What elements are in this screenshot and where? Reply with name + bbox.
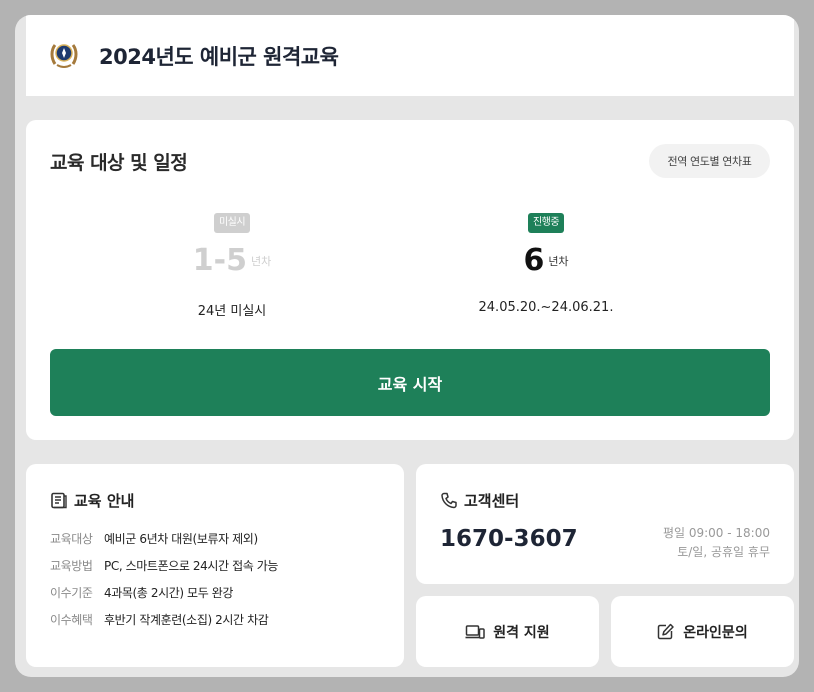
customer-center-heading: 고객센터: [440, 490, 519, 511]
business-hours: 평일 09:00 - 18:00 토/일, 공휴일 휴무: [663, 524, 770, 562]
year-range: 6: [523, 243, 545, 278]
page-title: 2024년도 예비군 원격교육: [99, 45, 339, 69]
online-inquiry-label: 온라인문의: [683, 624, 748, 641]
page-header: 2024년도 예비군 원격교육: [26, 15, 794, 96]
schedule-group-in-progress: 진행중 6 년차 24.05.20.~24.06.21.: [416, 210, 676, 315]
reserve-forces-emblem-icon: [50, 44, 78, 68]
schedule-caption: 24년 미실시: [197, 304, 267, 319]
remote-support-button[interactable]: 원격 지원: [416, 596, 599, 667]
info-row: 이수혜택 후반기 작계훈련(소집) 2시간 차감: [50, 613, 269, 627]
customer-center-title: 고객센터: [464, 492, 520, 510]
edit-icon: [658, 623, 675, 640]
info-row: 교육대상 예비군 6년차 대원(보류자 제외): [50, 532, 258, 546]
schedule-caption: 24.05.20.~24.06.21.: [478, 300, 614, 315]
info-row: 이수기준 4과목(총 2시간) 모두 완강: [50, 586, 234, 600]
info-heading: 교육 안내: [50, 490, 134, 511]
book-icon: [51, 492, 67, 509]
status-badge: 미실시: [213, 213, 251, 233]
phone-number[interactable]: 1670-3607: [440, 526, 578, 552]
year-range: 1-5: [192, 243, 247, 278]
education-info-card: 교육 안내 교육대상 예비군 6년차 대원(보류자 제외) 교육방법 PC, 스마트…: [26, 464, 404, 667]
year-table-button[interactable]: 전역 연도별 연차표: [649, 144, 770, 178]
year-unit: 년차: [250, 254, 272, 268]
customer-center-card: 고객센터 1670-3607 평일 09:00 - 18:00 토/일, 공휴일…: [416, 464, 794, 584]
schedule-title: 교육 대상 및 일정: [50, 152, 188, 174]
online-inquiry-button[interactable]: 온라인문의: [611, 596, 794, 667]
start-education-button[interactable]: 교육 시작: [50, 349, 770, 416]
phone-icon: [441, 492, 457, 509]
info-row: 교육방법 PC, 스마트폰으로 24시간 접속 가능: [50, 559, 279, 573]
info-title: 교육 안내: [74, 492, 135, 510]
app-frame: 2024년도 예비군 원격교육 교육 대상 및 일정 전역 연도별 연차표 미실…: [15, 15, 799, 677]
hours-weekend: 토/일, 공휴일 휴무: [677, 545, 770, 559]
hours-weekday: 평일 09:00 - 18:00: [662, 526, 770, 540]
remote-devices-icon: [465, 624, 486, 639]
year-unit: 년차: [548, 254, 569, 268]
schedule-group-not-held: 미실시 1-5 년차 24년 미실시: [102, 210, 362, 319]
remote-support-label: 원격 지원: [493, 624, 550, 641]
status-badge: 진행중: [527, 213, 565, 233]
info-list: 교육대상 예비군 6년차 대원(보류자 제외) 교육방법 PC, 스마트폰으로 24…: [50, 530, 278, 638]
schedule-card: 교육 대상 및 일정 전역 연도별 연차표 미실시 1-5 년차 24년 미실시 …: [26, 120, 794, 440]
